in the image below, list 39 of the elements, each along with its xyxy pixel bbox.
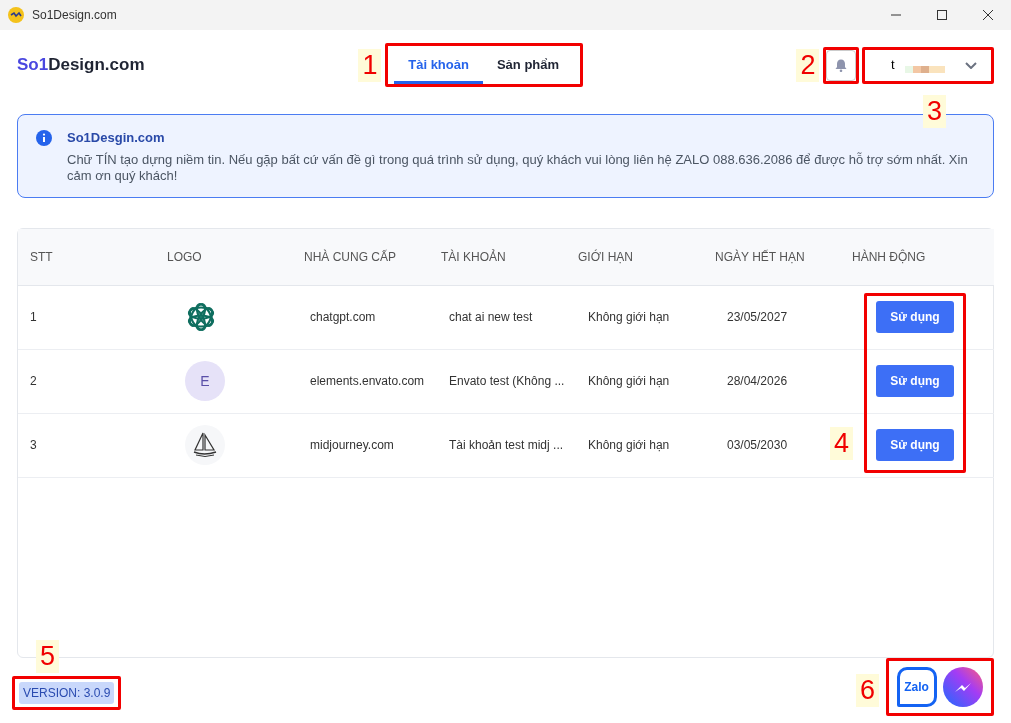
column-header: LOGO: [155, 229, 292, 286]
table-cell: 1: [18, 285, 155, 350]
table-cell: 3: [18, 413, 155, 478]
column-header: NGÀY HẾT HẠN: [703, 229, 840, 286]
table-cell: chatgpt.com: [292, 285, 429, 350]
annotation-number: 2: [796, 48, 820, 82]
annotation-number: 5: [36, 640, 60, 674]
annotation-number: 6: [855, 673, 879, 707]
table-cell: 2: [18, 349, 155, 414]
table-cell: Tài khoản test midj ...: [429, 413, 566, 478]
table-cell: 28/04/2026: [703, 349, 840, 414]
table-cell: Không giới hạn: [566, 285, 703, 350]
use-button[interactable]: Sử dụng: [876, 365, 954, 398]
window-title: So1Design.com: [32, 7, 117, 24]
alert-message: Chữ TÍN tạo dựng niềm tin. Nếu gặp bất cứ vấn đề gì trong quá trình sử dụng, quý khách vui lòng liên hệ ZALO 088.636.2086 để được hỗ trợ sớm nhất. Xin cảm ơn quý khách!: [67, 151, 969, 186]
annotation-number: 3: [922, 94, 946, 128]
column-header: HÀNH ĐỘNG: [840, 229, 994, 286]
column-header: TÀI KHOẢN: [429, 229, 566, 286]
table-cell: Không giới hạn: [566, 413, 703, 478]
column-header: GIỚI HẠN: [566, 229, 703, 286]
table-cell: Không giới hạn: [566, 349, 703, 414]
column-header: NHÀ CUNG CẤP: [292, 229, 429, 286]
app-logo: So1Design.com: [17, 54, 145, 77]
table-cell: chat ai new test: [429, 285, 566, 350]
annotation-number: 1: [358, 48, 382, 82]
letter-avatar: E: [185, 361, 225, 402]
use-button[interactable]: Sử dụng: [876, 301, 954, 334]
table-cell: midjourney.com: [292, 413, 429, 478]
zalo-button[interactable]: Zalo: [896, 667, 937, 708]
use-button[interactable]: Sử dụng: [876, 429, 954, 462]
table-cell: elements.envato.com: [292, 349, 429, 414]
user-name: t: [891, 56, 895, 75]
tab[interactable]: Sản phẩm: [482, 45, 574, 84]
table-cell: Envato test (Không ...: [429, 349, 566, 414]
column-header: STT: [18, 229, 155, 286]
alert-title: So1Desgin.com: [67, 129, 166, 147]
tab[interactable]: Tài khoản: [394, 45, 483, 84]
version-label: VERSION: 3.0.9: [19, 682, 115, 705]
table-cell: 23/05/2027: [703, 285, 840, 350]
